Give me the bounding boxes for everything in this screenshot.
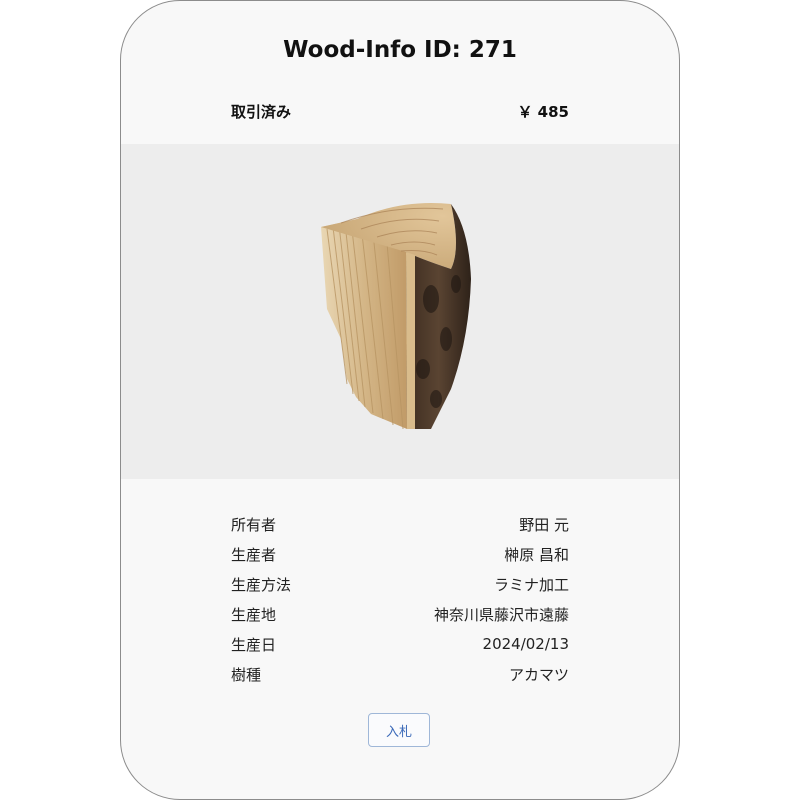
price-label: ￥ 485 — [517, 103, 569, 121]
detail-value: ラミナ加工 — [493, 575, 569, 594]
detail-row-tree-species: 樹種 アカマツ — [231, 659, 569, 689]
detail-value: 神奈川県藤沢市遠藤 — [433, 605, 569, 624]
detail-label: 生産日 — [231, 635, 277, 654]
detail-label: 生産者 — [231, 545, 277, 564]
detail-label: 所有者 — [231, 515, 277, 534]
detail-row-production-place: 生産地 神奈川県藤沢市遠藤 — [231, 599, 569, 629]
status-badge: 取引済み — [231, 103, 292, 121]
detail-label: 樹種 — [231, 665, 262, 684]
wood-info-card: Wood-Info ID: 271 取引済み ￥ 485 所有者 野田 元 生産… — [120, 0, 680, 800]
status-row: 取引済み ￥ 485 — [231, 101, 569, 122]
detail-label: 生産方法 — [231, 575, 292, 594]
detail-row-production-date: 生産日 2024/02/13 — [231, 629, 569, 659]
detail-label: 生産地 — [231, 605, 277, 624]
detail-row-producer: 生産者 榊原 昌和 — [231, 539, 569, 569]
product-image-area — [121, 144, 679, 479]
detail-value: アカマツ — [508, 665, 569, 684]
detail-row-production-method: 生産方法 ラミナ加工 — [231, 569, 569, 599]
detail-value: 2024/02/13 — [482, 635, 569, 653]
details-list: 所有者 野田 元 生産者 榊原 昌和 生産方法 ラミナ加工 生産地 神奈川県藤沢… — [231, 509, 569, 689]
page-title: Wood-Info ID: 271 — [283, 37, 517, 63]
detail-value: 野田 元 — [519, 515, 569, 534]
detail-row-owner: 所有者 野田 元 — [231, 509, 569, 539]
wood-sample-image — [321, 203, 471, 430]
detail-value: 榊原 昌和 — [504, 545, 569, 564]
bid-button[interactable]: 入札 — [368, 713, 430, 747]
